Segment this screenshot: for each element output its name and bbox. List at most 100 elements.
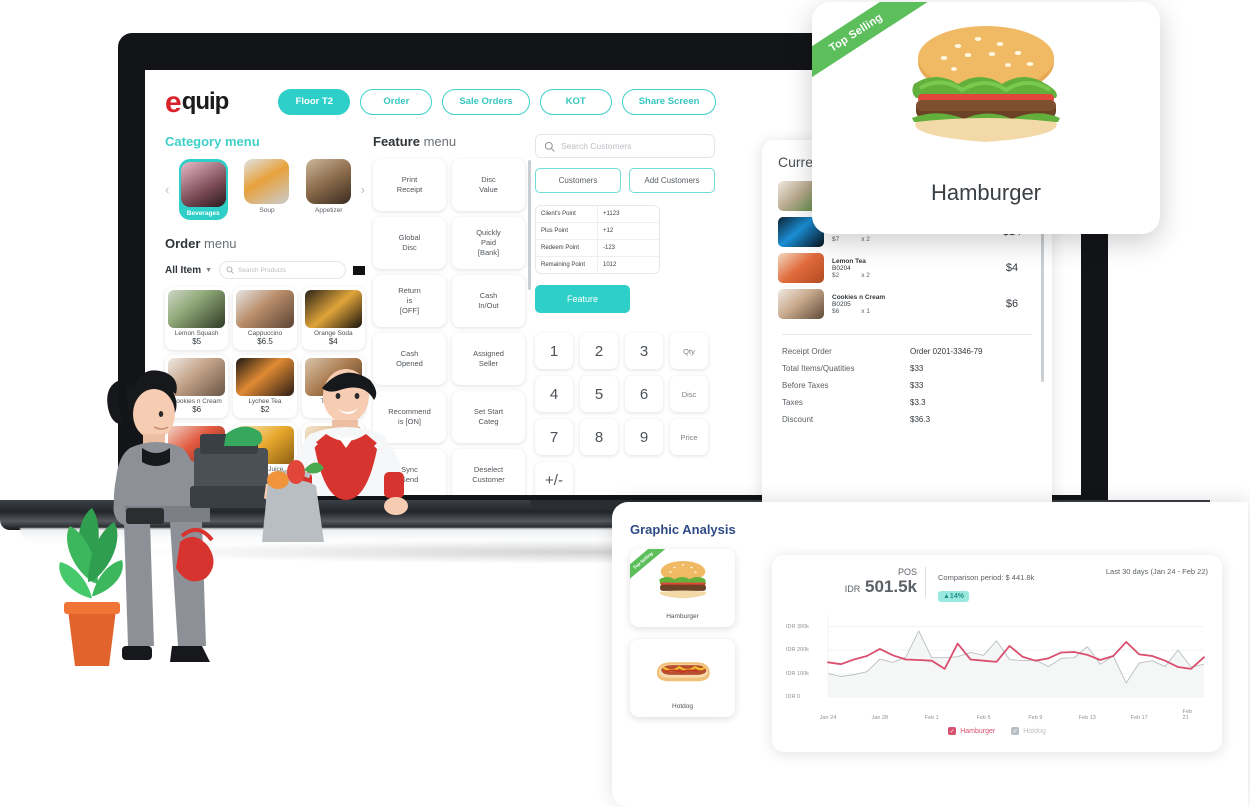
summary-key: Discount xyxy=(782,415,814,424)
hamburger-icon xyxy=(630,557,735,603)
summary-value: $33 xyxy=(910,364,924,373)
legend-checkbox[interactable]: ✓ xyxy=(948,727,957,735)
chart-title: POS xyxy=(897,567,917,577)
points-value: +12 xyxy=(603,228,614,234)
points-key: Plus Point xyxy=(536,223,598,239)
analysis-card-hamburger[interactable]: Top Selling Hamburger xyxy=(630,549,735,627)
chart-xtick: Feb 9 xyxy=(1028,715,1043,721)
order-menu-title: Order menu xyxy=(165,236,365,251)
graphic-analysis-panel: Graphic Analysis Top Selling Hamburger Hot… xyxy=(612,502,1248,807)
order-item[interactable]: Cookies n Cream B0205 $6 x 1 $6 xyxy=(778,286,1036,322)
funnel-icon[interactable] xyxy=(353,265,365,275)
summary-key: Before Taxes xyxy=(782,381,829,390)
feature-button-global[interactable]: Global Disc xyxy=(373,217,446,269)
keypad-key-4[interactable]: 4 xyxy=(535,376,573,412)
nav-tab-sale-orders[interactable]: Sale Orders xyxy=(442,88,530,116)
summary-value: $36.3 xyxy=(910,415,931,424)
nav-tab-floor-t2[interactable]: Floor T2 xyxy=(278,88,351,116)
customer-column: Search Customers Customers Add Customers … xyxy=(525,134,715,495)
keypad-key-6[interactable]: 6 xyxy=(625,376,663,412)
keypad-key-qty[interactable]: Qty xyxy=(670,333,708,369)
customer-figure xyxy=(107,370,246,662)
keypad-key-2[interactable]: 2 xyxy=(580,333,618,369)
legend-item-hotdog[interactable]: ✓ Hotdog xyxy=(1011,727,1046,735)
summary-row: Taxes $3.3 xyxy=(778,394,1036,411)
feature-button-return[interactable]: Return is [OFF] xyxy=(373,275,446,327)
points-key: Remaining Point xyxy=(536,257,598,273)
order-item[interactable]: Lemon Tea B0204 $2 x 2 $4 xyxy=(778,250,1036,286)
chart-total-number: 501.5k xyxy=(865,577,917,596)
feature-scrollbar[interactable] xyxy=(528,160,531,290)
chart-xtick: Feb 13 xyxy=(1078,715,1096,721)
order-scrollbar[interactable] xyxy=(1041,232,1044,382)
nav-tab-kot[interactable]: KOT xyxy=(539,88,612,116)
chart-ytick: IDR 100k xyxy=(786,670,809,677)
keypad-key-[interactable]: +/- xyxy=(535,462,573,495)
customer-button-customers[interactable]: Customers xyxy=(535,168,621,193)
order-item-unit-row: $7 x 2 xyxy=(832,236,980,243)
order-item-info: Cookies n Cream B0205 $6 x 1 xyxy=(832,294,980,315)
order-item-qty: x 2 xyxy=(861,235,870,243)
order-item-total: $6 xyxy=(1005,298,1019,310)
points-row: Client's Point +1123 xyxy=(536,206,659,223)
order-item-code: B0205 xyxy=(832,300,851,308)
equip-logo: e quip xyxy=(165,87,229,117)
category-thumb xyxy=(306,159,352,204)
feature-button-cash[interactable]: Cash In/Out xyxy=(452,275,525,327)
chart-ytick: IDR 0 xyxy=(786,694,801,700)
order-item-unit-price: $6 xyxy=(832,307,840,315)
summary-row: Before Taxes $33 xyxy=(778,377,1036,394)
keypad-key-disc[interactable]: Disc xyxy=(670,376,708,412)
feature-button-assigned[interactable]: Assigned Seller xyxy=(452,333,525,385)
legend-item-hamburger[interactable]: ✓ Hamburger xyxy=(948,727,995,735)
chart-xtick: Jan 24 xyxy=(819,715,837,721)
all-item-label: All Item xyxy=(165,264,202,276)
chevron-left-icon[interactable]: ‹ xyxy=(165,182,169,197)
keypad-key-price[interactable]: Price xyxy=(670,419,708,455)
grocery-bag xyxy=(262,460,324,542)
feature-button-setstart[interactable]: Set Start Categ xyxy=(452,391,525,443)
keypad-key-5[interactable]: 5 xyxy=(580,376,618,412)
customer-button-add-customers[interactable]: Add Customers xyxy=(629,168,715,193)
feature-button[interactable]: Feature xyxy=(535,285,630,313)
screenshot-stage: Macbook Pro equip Floor T2OrderSale Orde… xyxy=(0,0,1250,807)
category-item-beverages[interactable]: Beverages xyxy=(178,159,228,220)
search-customers-input[interactable]: Search Customers xyxy=(535,134,715,158)
numeric-keypad: 1 2 3 Qty 4 5 6 Disc 7 8 9 Price +/- xyxy=(535,333,715,495)
plant-decoration xyxy=(59,508,123,666)
keypad-key-7[interactable]: 7 xyxy=(535,419,573,455)
keypad-key-8[interactable]: 8 xyxy=(580,419,618,455)
nav-tab-share-screen[interactable]: Share Screen xyxy=(621,88,717,116)
category-item-soup[interactable]: Soup xyxy=(244,159,290,220)
order-item-unit-row: $6 x 1 xyxy=(832,308,980,315)
keypad-key-3[interactable]: 3 xyxy=(625,333,663,369)
search-products-input[interactable]: Search Products xyxy=(219,261,346,279)
summary-key: Taxes xyxy=(782,398,803,407)
legend-checkbox[interactable]: ✓ xyxy=(1011,727,1020,735)
order-item-unit-price: $7 xyxy=(832,235,840,243)
order-item-unit-row: $2 x 2 xyxy=(832,272,980,279)
points-value: +1123 xyxy=(603,211,620,217)
chart-header: POS IDR 501.5k Comparison period: $ 441.… xyxy=(786,567,1208,603)
analysis-card-hotdog[interactable]: Hotdog xyxy=(630,639,735,717)
keypad-key-1[interactable]: 1 xyxy=(535,333,573,369)
analysis-card-label: Hotdog xyxy=(672,703,693,710)
order-item-qty: x 1 xyxy=(861,307,870,315)
product-image xyxy=(236,290,294,328)
chevron-down-icon: ▼ xyxy=(205,266,213,274)
feature-button-print[interactable]: Print Receipt xyxy=(373,159,446,211)
feature-button-deselect[interactable]: Deselect Customer xyxy=(452,449,525,495)
chart-xtick: Feb 1 xyxy=(924,715,939,721)
feature-button-quickly[interactable]: Quickly Paid [Bank] xyxy=(452,217,525,269)
points-row: Remaining Point 1012 xyxy=(536,257,659,273)
category-item-appetizer[interactable]: Appetizer xyxy=(306,159,352,220)
summary-row: Total Items/Quatities $33 xyxy=(778,360,1036,377)
points-row: Plus Point +12 xyxy=(536,223,659,240)
all-item-dropdown[interactable]: All Item ▼ xyxy=(165,265,212,276)
summary-value: $33 xyxy=(910,381,924,390)
feature-menu-title: Feature menu xyxy=(373,134,525,149)
search-products-placeholder: Search Products xyxy=(238,266,287,274)
feature-button-disc[interactable]: Disc Value xyxy=(452,159,525,211)
nav-tab-order[interactable]: Order xyxy=(360,88,433,116)
keypad-key-9[interactable]: 9 xyxy=(625,419,663,455)
